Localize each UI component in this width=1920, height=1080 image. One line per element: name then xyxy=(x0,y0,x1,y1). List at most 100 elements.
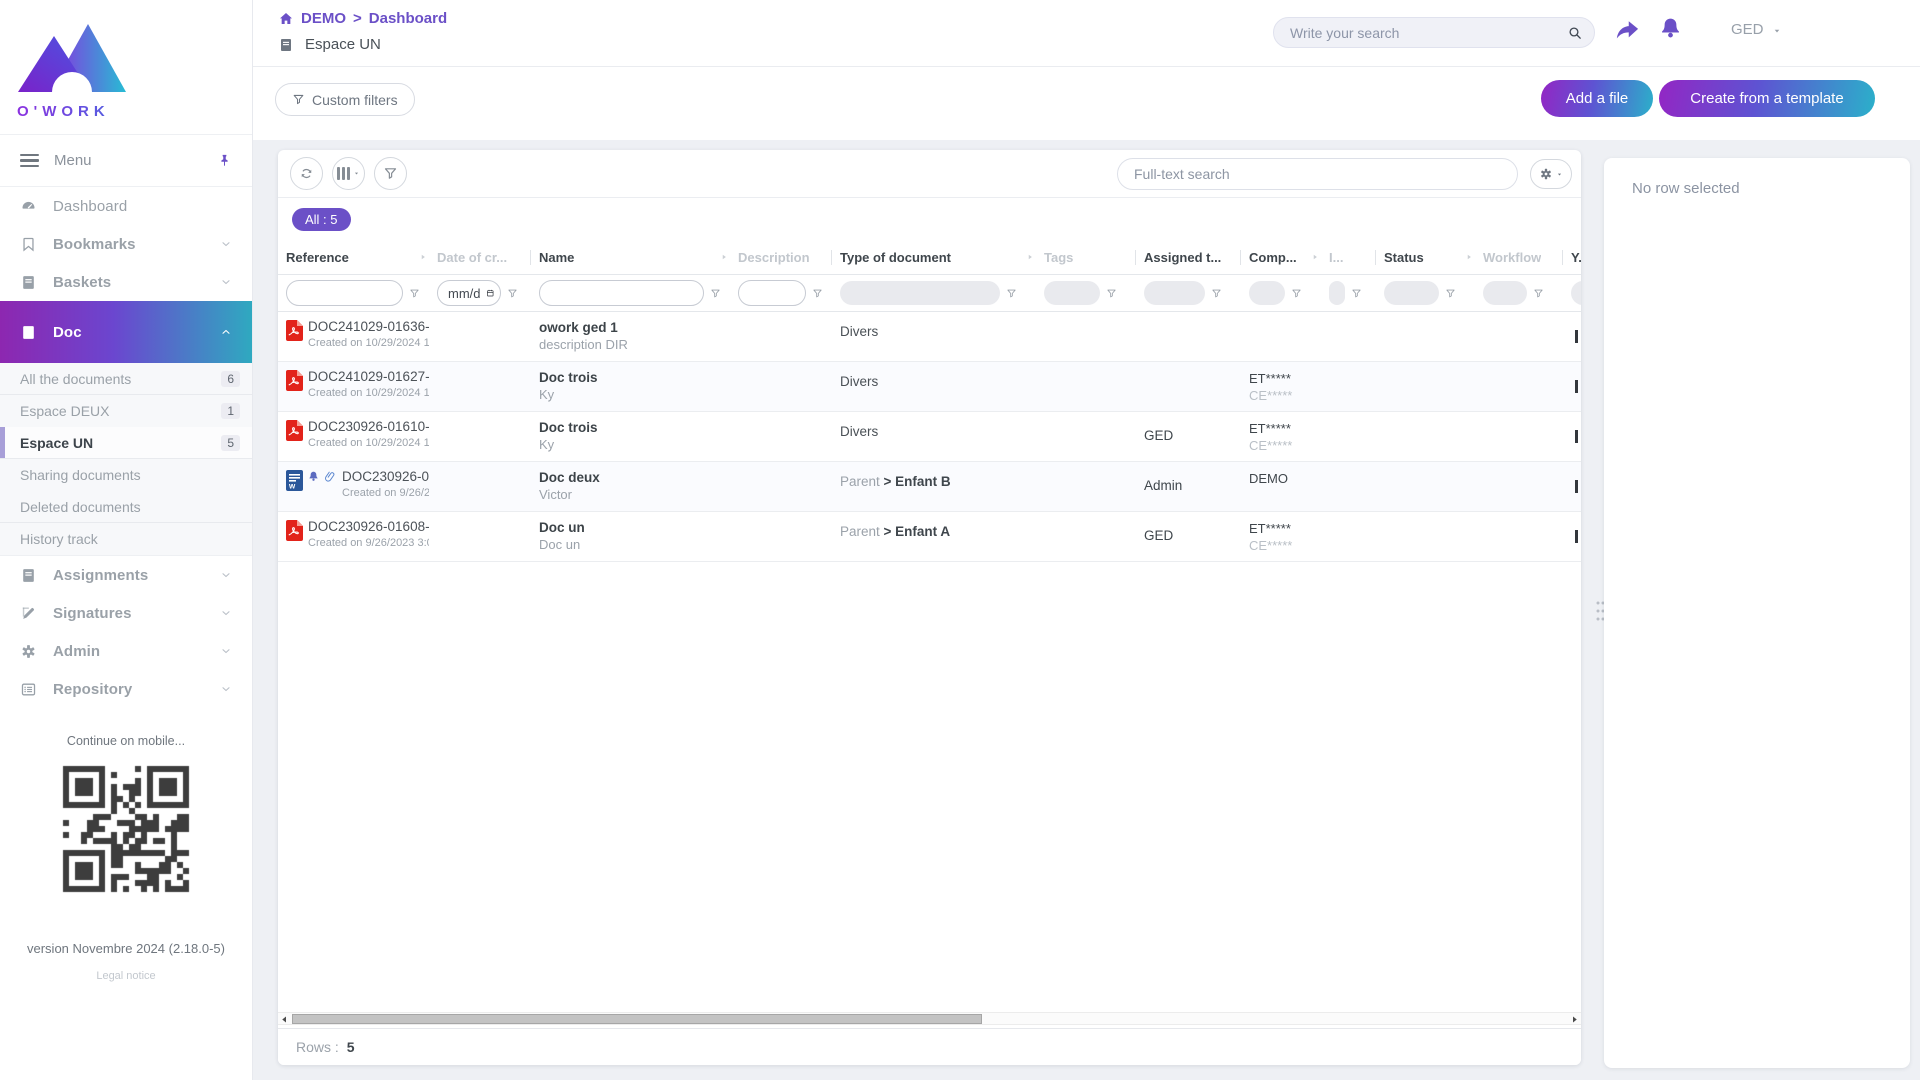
global-search-input[interactable] xyxy=(1274,18,1594,47)
sidebar-item-doc[interactable]: Doc xyxy=(0,301,252,363)
scrollbar-thumb[interactable] xyxy=(292,1014,982,1024)
assigned-cell xyxy=(1136,362,1241,411)
filter-input-description[interactable] xyxy=(738,280,806,306)
column-header-workflow[interactable]: Workflow xyxy=(1475,240,1563,274)
tab-all[interactable]: All : 5 xyxy=(292,208,351,231)
subitem-label: All the documents xyxy=(20,371,131,387)
column-header-type-of-document[interactable]: Type of document xyxy=(832,240,1036,274)
owork-logo-icon xyxy=(16,14,252,99)
column-label: Reference xyxy=(286,250,349,265)
documents-table-card: All : 5 Reference Date of cr... NameDescri… xyxy=(278,150,1581,1065)
logo-wordmark: O'WORK xyxy=(17,103,252,120)
table-filter-row: mm/d xyxy=(278,275,1581,312)
horizontal-scrollbar[interactable] xyxy=(278,1012,1581,1025)
calendar-icon xyxy=(486,287,495,299)
doc-reference: DOC230926-01609-0 xyxy=(342,469,429,484)
add-file-button[interactable]: Add a file xyxy=(1541,80,1653,117)
description-cell xyxy=(730,312,832,361)
profile-menu[interactable]: GED xyxy=(1731,21,1782,38)
date-cell xyxy=(429,312,531,361)
sidebar-subitem-espace-un[interactable]: Espace UN5 xyxy=(0,427,252,459)
table-row[interactable]: DOC230926-01608-0Created on 9/26/2023 3:… xyxy=(278,512,1581,562)
fulltext-search-input[interactable] xyxy=(1117,158,1518,190)
filter-icon xyxy=(292,93,305,106)
status-cell xyxy=(1376,362,1475,411)
filter-disabled-tags xyxy=(1044,281,1100,305)
created-date: Created on 10/29/2024 10:42:23 PM xyxy=(308,337,429,349)
filter-input-name[interactable] xyxy=(539,280,704,306)
table-settings-button[interactable] xyxy=(1530,159,1572,189)
hamburger-menu-icon[interactable] xyxy=(20,151,39,171)
column-header-reference[interactable]: Reference xyxy=(278,240,429,274)
table-row[interactable]: wDOC230926-01609-0Created on 9/26/2023 3… xyxy=(278,462,1581,512)
filter-button[interactable] xyxy=(374,157,407,190)
sidebar-subitem-sharing-documents[interactable]: Sharing documents xyxy=(0,459,252,491)
create-from-template-button[interactable]: Create from a template xyxy=(1659,80,1875,117)
column-header-assigned-t[interactable]: Assigned t... xyxy=(1136,240,1241,274)
type-cell: Divers xyxy=(832,412,1036,461)
column-header-name[interactable]: Name xyxy=(531,240,730,274)
column-header-y[interactable]: Y... xyxy=(1563,240,1581,274)
filter-input-reference[interactable] xyxy=(286,280,403,306)
sidebar-item-signatures[interactable]: Signatures xyxy=(0,594,252,632)
filter-date-input[interactable]: mm/d xyxy=(437,280,501,306)
version-label: version Novembre 2024 (2.18.0-5) xyxy=(0,941,252,956)
space-row: Espace UN xyxy=(278,36,381,53)
refresh-button[interactable] xyxy=(290,157,323,190)
pin-icon[interactable] xyxy=(217,153,232,168)
type-parent: Parent xyxy=(840,524,884,539)
column-header-i[interactable]: I... xyxy=(1321,240,1376,274)
column-header-status[interactable]: Status xyxy=(1376,240,1475,274)
sidebar-item-assignments[interactable]: Assignments xyxy=(0,556,252,594)
sidebar-subitem-all-the-documents[interactable]: All the documents6 xyxy=(0,363,252,395)
doc-name: owork ged 1 xyxy=(539,320,730,335)
filter-funnel-icon xyxy=(1351,288,1362,299)
filter-funnel-icon xyxy=(812,288,823,299)
doc-subtitle: Doc un xyxy=(539,537,730,552)
menu-label: Menu xyxy=(54,152,92,169)
filter-cell xyxy=(1036,281,1136,305)
breadcrumb-page[interactable]: Dashboard xyxy=(369,10,447,27)
book-icon xyxy=(20,324,37,341)
y-cell xyxy=(1563,462,1581,511)
chevron-down-icon xyxy=(220,238,232,250)
share-button[interactable] xyxy=(1613,16,1641,44)
filter-cell xyxy=(832,281,1036,305)
i-cell xyxy=(1321,312,1376,361)
breadcrumb-root[interactable]: DEMO xyxy=(301,10,346,27)
reference-cell: DOC230926-01610-3Created on 10/29/2024 1… xyxy=(278,412,429,461)
legal-notice-link[interactable]: Legal notice xyxy=(0,970,252,982)
scroll-left-icon[interactable] xyxy=(280,1015,289,1024)
sidebar-subitem-history-track[interactable]: History track xyxy=(0,523,252,555)
table-tabs: All : 5 xyxy=(278,198,1581,240)
sidebar-item-admin[interactable]: Admin xyxy=(0,632,252,670)
sidebar-subitem-deleted-documents[interactable]: Deleted documents xyxy=(0,491,252,523)
column-header-comp[interactable]: Comp... xyxy=(1241,240,1321,274)
notifications-button[interactable] xyxy=(1657,15,1684,42)
column-header-description[interactable]: Description xyxy=(730,240,832,274)
home-icon[interactable] xyxy=(278,11,294,27)
sidebar-item-baskets[interactable]: Baskets xyxy=(0,263,252,301)
word-file-icon: w xyxy=(286,470,303,491)
column-header-date-of-cr[interactable]: Date of cr... xyxy=(429,240,531,274)
table-row[interactable]: DOC241029-01627-0Created on 10/29/2024 1… xyxy=(278,362,1581,412)
sidebar-item-bookmarks[interactable]: Bookmarks xyxy=(0,225,252,263)
company-bottom: CE***** xyxy=(1249,388,1321,403)
filter-funnel-icon xyxy=(1291,288,1302,299)
search-icon[interactable] xyxy=(1567,25,1583,41)
sidebar-subitem-espace-deux[interactable]: Espace DEUX1 xyxy=(0,395,252,427)
company-cell: ET*****CE***** xyxy=(1241,362,1321,411)
assigned-cell: GED xyxy=(1136,512,1241,561)
table-row[interactable]: DOC241029-01636-0Created on 10/29/2024 1… xyxy=(278,312,1581,362)
table-toolbar xyxy=(278,150,1581,198)
scroll-right-icon[interactable] xyxy=(1570,1015,1579,1024)
columns-button[interactable] xyxy=(332,157,365,190)
assigned-cell: GED xyxy=(1136,412,1241,461)
sidebar-item-dashboard[interactable]: Dashboard xyxy=(0,187,252,225)
column-label: Date of cr... xyxy=(437,250,507,265)
table-row[interactable]: DOC230926-01610-3Created on 10/29/2024 1… xyxy=(278,412,1581,462)
custom-filters-button[interactable]: Custom filters xyxy=(275,83,415,116)
created-date: Created on 10/29/2024 10:24:21 PM xyxy=(308,387,429,399)
sidebar-item-repository[interactable]: Repository xyxy=(0,670,252,708)
column-header-tags[interactable]: Tags xyxy=(1036,240,1136,274)
